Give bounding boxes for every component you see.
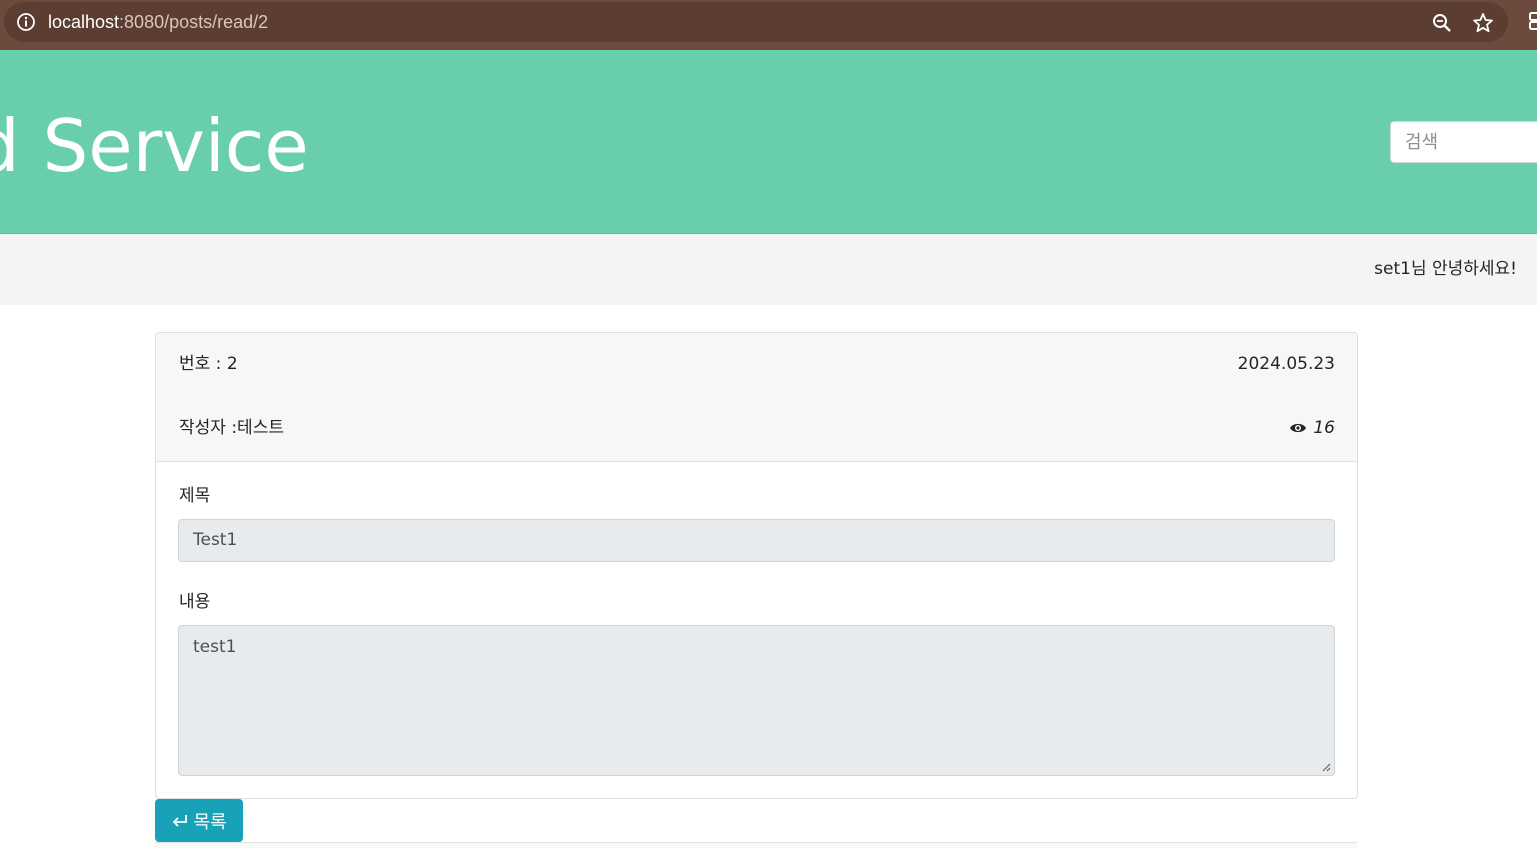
resize-handle-icon[interactable] [1321,762,1331,772]
view-count: 16 [1289,417,1335,439]
content-label: 내용 [179,592,211,612]
post-meta-row: 번호 : 2 2024.05.23 [156,333,1357,398]
url-host: localhost [48,12,120,32]
view-count-value: 16 [1313,418,1335,438]
post-card: 번호 : 2 2024.05.23 작성자 :테스트 16 제목 Test1 내… [155,332,1358,799]
zoom-icon[interactable] [1431,12,1453,34]
url-path: :8080/posts/read/2 [119,12,269,32]
title-field[interactable]: Test1 [178,519,1335,562]
title-label: 제목 [179,486,211,506]
user-bar: set1님 안녕하세요! [0,234,1537,305]
eye-icon [1290,423,1307,433]
extension-icon[interactable] [1528,10,1537,32]
greeting-text: set1님 안녕하세요! [1374,259,1517,279]
return-arrow-icon [173,814,188,827]
info-icon[interactable] [16,12,36,32]
header-banner: d Service [0,50,1537,234]
list-button-label: 목록 [193,811,227,833]
star-icon[interactable] [1471,11,1495,35]
site-title[interactable]: d Service [0,106,309,186]
list-button[interactable]: 목록 [155,799,243,842]
url-text[interactable]: localhost:8080/posts/read/2 [48,11,268,33]
search-input[interactable] [1390,121,1537,163]
post-author-row: 작성자 :테스트 16 [156,397,1357,462]
content-textarea[interactable]: test1 [178,625,1335,776]
content-text: test1 [193,637,237,657]
post-date: 2024.05.23 [1237,354,1335,374]
post-number: 번호 : 2 [179,354,238,374]
address-bar[interactable]: localhost:8080/posts/read/2 [4,2,1508,42]
browser-toolbar: localhost:8080/posts/read/2 [0,0,1537,50]
next-card-edge [155,842,1358,848]
post-author: 작성자 :테스트 [179,418,284,438]
